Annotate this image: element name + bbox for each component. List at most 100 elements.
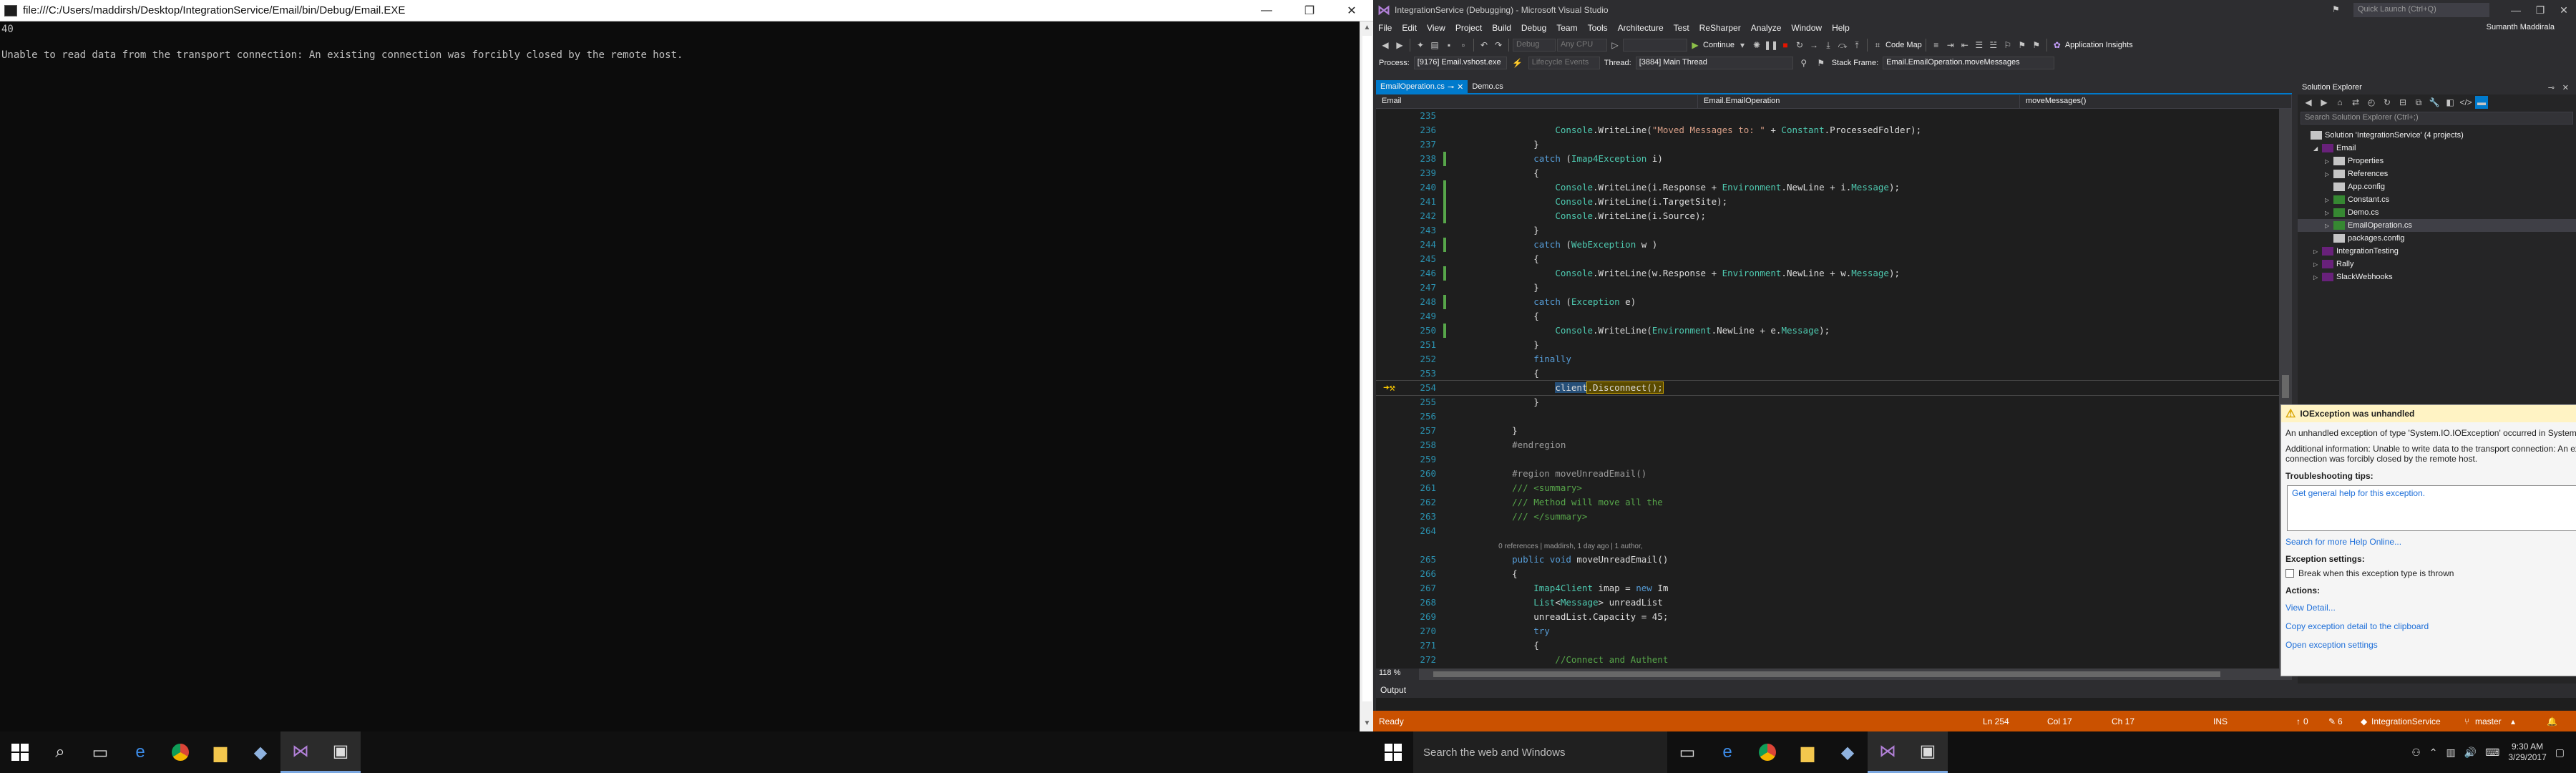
tree-item[interactable]: ▷ Demo.cs: [2298, 206, 2576, 219]
code-line[interactable]: 243 }: [1376, 223, 2279, 238]
step-out-icon[interactable]: ⤒: [1850, 39, 1863, 52]
status-branch[interactable]: master: [2475, 716, 2502, 726]
expand-arrow-icon[interactable]: ▷: [2325, 210, 2333, 216]
vs-title-bar[interactable]: ⋈ IntegrationService (Debugging) - Micro…: [1373, 0, 2576, 20]
back-icon[interactable]: ◀: [1379, 39, 1392, 52]
view-detail-link[interactable]: View Detail...: [2285, 603, 2336, 613]
format-icon[interactable]: ≡: [1930, 39, 1943, 52]
show-hidden-icons-icon[interactable]: ⌃: [2429, 747, 2438, 759]
task-view-icon[interactable]: ▭: [1667, 731, 1707, 773]
code-line[interactable]: 255 }: [1376, 395, 2279, 409]
console-output[interactable]: 40 Unable to read data from the transpor…: [0, 21, 1360, 731]
close-button[interactable]: ✕: [2552, 0, 2576, 20]
menu-item-resharper[interactable]: ReSharper: [1694, 23, 1746, 33]
chrome-icon[interactable]: [1747, 731, 1787, 773]
menu-item-window[interactable]: Window: [1786, 23, 1827, 33]
taskbar-search-input[interactable]: Search the web and Windows: [1413, 731, 1667, 773]
repository-icon[interactable]: ◆: [2361, 716, 2367, 726]
menu-item-view[interactable]: View: [1422, 23, 1450, 33]
maximize-button[interactable]: ❐: [1288, 0, 1331, 21]
expand-arrow-icon[interactable]: ▷: [2325, 171, 2333, 178]
close-button[interactable]: ✕: [1330, 0, 1373, 21]
menu-item-team[interactable]: Team: [1551, 23, 1582, 33]
step-over-icon[interactable]: ⤼: [1836, 39, 1849, 52]
menu-item-help[interactable]: Help: [1827, 23, 1855, 33]
network-icon[interactable]: ▥: [2446, 747, 2455, 759]
chrome-icon[interactable]: [160, 731, 200, 773]
save-all-icon[interactable]: ▫: [1457, 39, 1470, 52]
tree-item[interactable]: packages.config: [2298, 232, 2576, 245]
code-line[interactable]: 239 {: [1376, 166, 2279, 180]
notification-icon[interactable]: 🔔: [2547, 716, 2557, 726]
solution-search-input[interactable]: Search Solution Explorer (Ctrl+;): [2301, 112, 2573, 125]
code-line[interactable]: 272 //Connect and Authent: [1376, 653, 2279, 667]
clock[interactable]: 9:30 AM 3/29/2017: [2508, 742, 2546, 763]
properties-icon[interactable]: 🔧: [2428, 96, 2441, 109]
tree-item[interactable]: ▷ Properties: [2298, 155, 2576, 167]
notification-flag-icon[interactable]: ⚑: [2332, 4, 2340, 14]
scroll-thumb[interactable]: [2282, 375, 2289, 398]
project-dropdown[interactable]: Email: [1376, 94, 1698, 108]
new-project-icon[interactable]: ✦: [1414, 39, 1427, 52]
code-line[interactable]: 261 /// <summary>: [1376, 481, 2279, 495]
tab-demo[interactable]: Demo.cs: [1468, 80, 1507, 93]
maximize-button[interactable]: ❐: [2528, 0, 2552, 20]
taskbar-app-icon[interactable]: ◆: [1828, 731, 1868, 773]
code-line[interactable]: 264: [1376, 524, 2279, 538]
home-icon[interactable]: ⌂: [2333, 96, 2346, 109]
menu-item-analyze[interactable]: Analyze: [1746, 23, 1787, 33]
tree-item[interactable]: App.config: [2298, 180, 2576, 193]
code-line[interactable]: 268 List<Message> unreadList: [1376, 595, 2279, 610]
show-all-files-icon[interactable]: ⧉: [2412, 96, 2425, 109]
code-line[interactable]: 271 {: [1376, 638, 2279, 653]
scroll-up-icon[interactable]: ▲: [1360, 21, 1373, 34]
tree-item[interactable]: ▷ Rally: [2298, 258, 2576, 271]
editor-horizontal-scrollbar[interactable]: [1419, 669, 2292, 680]
application-insights-button[interactable]: Application Insights: [2065, 41, 2133, 49]
code-icon[interactable]: </>: [2459, 96, 2472, 109]
code-line[interactable]: 244 catch (WebException w ): [1376, 238, 2279, 252]
branch-icon[interactable]: ⑂: [2464, 716, 2469, 726]
code-line[interactable]: 254 ➜⚒ client.Disconnect();: [1376, 380, 2279, 396]
up-arrow-icon[interactable]: ↑: [2296, 716, 2301, 726]
console-scrollbar[interactable]: ▲ ▼: [1360, 21, 1373, 731]
search-help-online-link[interactable]: Search for more Help Online...: [2285, 537, 2401, 547]
expand-arrow-icon[interactable]: ▷: [2313, 248, 2322, 255]
process-select[interactable]: [9176] Email.vshost.exe: [1413, 57, 1507, 69]
tree-item[interactable]: ▷ IntegrationTesting: [2298, 245, 2576, 258]
code-line[interactable]: 237 }: [1376, 137, 2279, 152]
people-icon[interactable]: ⚇: [2411, 747, 2421, 759]
forward-icon[interactable]: ▶: [1393, 39, 1406, 52]
code-line[interactable]: 250 Console.WriteLine(Environment.NewLin…: [1376, 324, 2279, 338]
code-line[interactable]: 238 catch (Imap4Exception i): [1376, 152, 2279, 166]
console-taskbar-icon[interactable]: ▣: [1908, 731, 1948, 773]
code-line[interactable]: 253 {: [1376, 366, 2279, 381]
code-line[interactable]: 236 Console.WriteLine("Moved Messages to…: [1376, 123, 2279, 137]
output-panel-tab[interactable]: Output: [1376, 684, 2576, 698]
search-icon[interactable]: ⌕: [40, 731, 80, 773]
break-when-thrown-option[interactable]: Break when this exception type is thrown: [2281, 568, 2576, 578]
tab-emailoperation[interactable]: EmailOperation.cs ⊸ ✕: [1376, 80, 1468, 93]
menu-item-debug[interactable]: Debug: [1516, 23, 1551, 33]
code-line[interactable]: 265 public void moveUnreadEmail(): [1376, 553, 2279, 567]
expand-arrow-icon[interactable]: ▷: [2325, 223, 2333, 229]
scroll-down-icon[interactable]: ▼: [1360, 717, 1373, 730]
code-line[interactable]: 240 Console.WriteLine(i.Response + Envir…: [1376, 180, 2279, 195]
scroll-thumb[interactable]: [1362, 36, 1372, 701]
continue-button[interactable]: Continue: [1703, 41, 1735, 49]
tree-item[interactable]: ▷ EmailOperation.cs: [2298, 219, 2576, 232]
visual-studio-taskbar-icon[interactable]: ⋈: [280, 731, 321, 773]
console-title-bar[interactable]: file:///C:/Users/maddirsh/Desktop/Integr…: [0, 0, 1373, 21]
member-dropdown[interactable]: moveMessages(): [2020, 94, 2292, 108]
quick-launch-input[interactable]: Quick Launch (Ctrl+Q): [2353, 3, 2489, 17]
code-map-button[interactable]: Code Map: [1885, 41, 1922, 49]
menu-item-test[interactable]: Test: [1669, 23, 1694, 33]
bookmark-prev-icon[interactable]: ⚑: [2016, 39, 2029, 52]
flag-thread-icon[interactable]: ⚑: [1815, 57, 1828, 69]
undo-icon[interactable]: ↶: [1478, 39, 1491, 52]
menu-item-build[interactable]: Build: [1487, 23, 1516, 33]
step-into-icon[interactable]: ⤓: [1822, 39, 1835, 52]
code-line[interactable]: 242 Console.WriteLine(i.Source);: [1376, 209, 2279, 223]
code-line[interactable]: 252 finally: [1376, 352, 2279, 366]
redo-icon[interactable]: ↷: [1492, 39, 1505, 52]
